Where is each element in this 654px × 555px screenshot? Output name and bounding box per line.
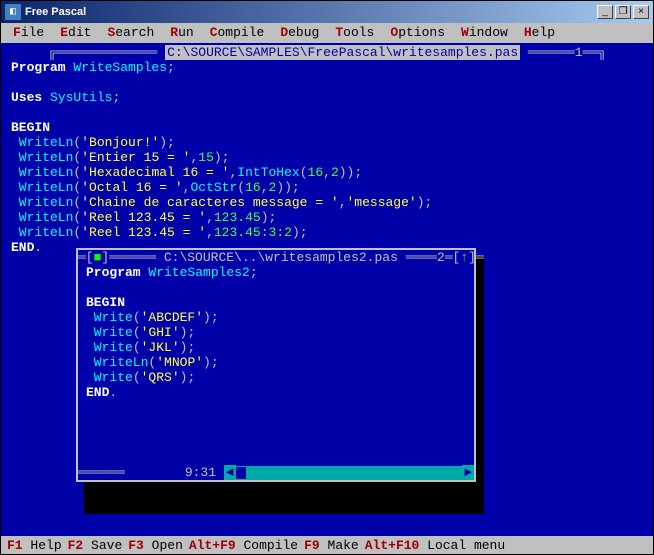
- editor1-winnum: 1: [575, 45, 583, 60]
- editor1-path: C:\SOURCE\SAMPLES\FreePascal\writesample…: [165, 45, 520, 60]
- status-f1[interactable]: F1 Help: [7, 538, 62, 552]
- close-button[interactable]: ×: [633, 5, 649, 19]
- code-line[interactable]: WriteLn('Octal 16 = ',OctStr(16,2));: [3, 180, 651, 195]
- status-f2[interactable]: F2 Save: [68, 538, 123, 552]
- app-window: ◧ Free Pascal _ ❐ × FileEditSearchRunCom…: [0, 0, 654, 555]
- menu-help[interactable]: Help: [516, 25, 563, 41]
- code-line[interactable]: [78, 280, 474, 295]
- code-line[interactable]: [3, 105, 651, 120]
- menu-window[interactable]: Window: [453, 25, 516, 41]
- code-line[interactable]: WriteLn('Entier 15 = ',15);: [3, 150, 651, 165]
- editor2-statusbar: ══════ 9:31 ◄►: [78, 465, 474, 480]
- menu-search[interactable]: Search: [99, 25, 162, 41]
- menu-edit[interactable]: Edit: [52, 25, 99, 41]
- status-f3[interactable]: F3 Open: [128, 538, 183, 552]
- horizontal-scrollbar[interactable]: ◄►: [224, 466, 474, 480]
- menu-tools[interactable]: Tools: [327, 25, 382, 41]
- status-f9[interactable]: F9 Make: [304, 538, 359, 552]
- code-line[interactable]: Write('ABCDEF');: [78, 310, 474, 325]
- editor1-code[interactable]: Program WriteSamples; Uses SysUtils; BEG…: [3, 60, 651, 255]
- code-line[interactable]: WriteLn('Bonjour!');: [3, 135, 651, 150]
- code-line[interactable]: Program WriteSamples2;: [78, 265, 474, 280]
- code-line[interactable]: WriteLn('Reel 123.45 = ',123.45:3:2);: [3, 225, 651, 240]
- editor2-path: C:\SOURCE\..\writesamples2.pas: [164, 250, 398, 265]
- restore-button[interactable]: ❐: [615, 5, 631, 19]
- menu-options[interactable]: Options: [382, 25, 453, 41]
- code-line[interactable]: WriteLn('Reel 123.45 = ',123.45);: [3, 210, 651, 225]
- menu-run[interactable]: Run: [162, 25, 201, 41]
- code-line[interactable]: BEGIN: [3, 120, 651, 135]
- status-alt-f9[interactable]: Alt+F9 Compile: [189, 538, 298, 552]
- editor2-winnum: 2: [437, 250, 445, 265]
- statusbar: F1 Help F2 Save F3 Open Alt+F9 Compile F9 Ma…: [1, 536, 653, 554]
- code-line[interactable]: Uses SysUtils;: [3, 90, 651, 105]
- code-line[interactable]: WriteLn('MNOP');: [78, 355, 474, 370]
- code-line[interactable]: Write('JKL');: [78, 340, 474, 355]
- editor2-titlebar: ═[■]══════ C:\SOURCE\..\writesamples2.pa…: [78, 250, 474, 265]
- code-line[interactable]: Write('QRS');: [78, 370, 474, 385]
- editor-area: ╔═════════════ C:\SOURCE\SAMPLES\FreePas…: [1, 43, 653, 536]
- code-line[interactable]: BEGIN: [78, 295, 474, 310]
- editor1-titlebar: ╔═════════════ C:\SOURCE\SAMPLES\FreePas…: [3, 45, 651, 60]
- titlebar[interactable]: ◧ Free Pascal _ ❐ ×: [1, 1, 653, 23]
- code-line[interactable]: Write('GHI');: [78, 325, 474, 340]
- scroll-right-icon[interactable]: ►: [462, 465, 474, 480]
- menu-compile[interactable]: Compile: [202, 25, 273, 41]
- editor2-code[interactable]: Program WriteSamples2; BEGIN Write('ABCD…: [78, 265, 474, 465]
- code-line[interactable]: END.: [78, 385, 474, 400]
- maximize-icon[interactable]: ↑: [460, 250, 468, 265]
- code-line[interactable]: Program WriteSamples;: [3, 60, 651, 75]
- menu-debug[interactable]: Debug: [272, 25, 327, 41]
- minimize-button[interactable]: _: [597, 5, 613, 19]
- menubar: FileEditSearchRunCompileDebugToolsOption…: [1, 23, 653, 43]
- cursor-position: 9:31: [125, 465, 216, 480]
- window-title: Free Pascal: [25, 6, 597, 18]
- code-line[interactable]: WriteLn('Chaine de caracteres message = …: [3, 195, 651, 210]
- menu-file[interactable]: File: [5, 25, 52, 41]
- app-icon: ◧: [5, 4, 21, 20]
- status-alt-f10[interactable]: Alt+F10 Local menu: [365, 538, 505, 552]
- code-line[interactable]: WriteLn('Hexadecimal 16 = ',IntToHex(16,…: [3, 165, 651, 180]
- editor2-window[interactable]: ═[■]══════ C:\SOURCE\..\writesamples2.pa…: [76, 248, 476, 482]
- code-line[interactable]: [3, 75, 651, 90]
- close-box-icon[interactable]: ■: [94, 250, 102, 265]
- scroll-left-icon[interactable]: ◄: [224, 465, 236, 480]
